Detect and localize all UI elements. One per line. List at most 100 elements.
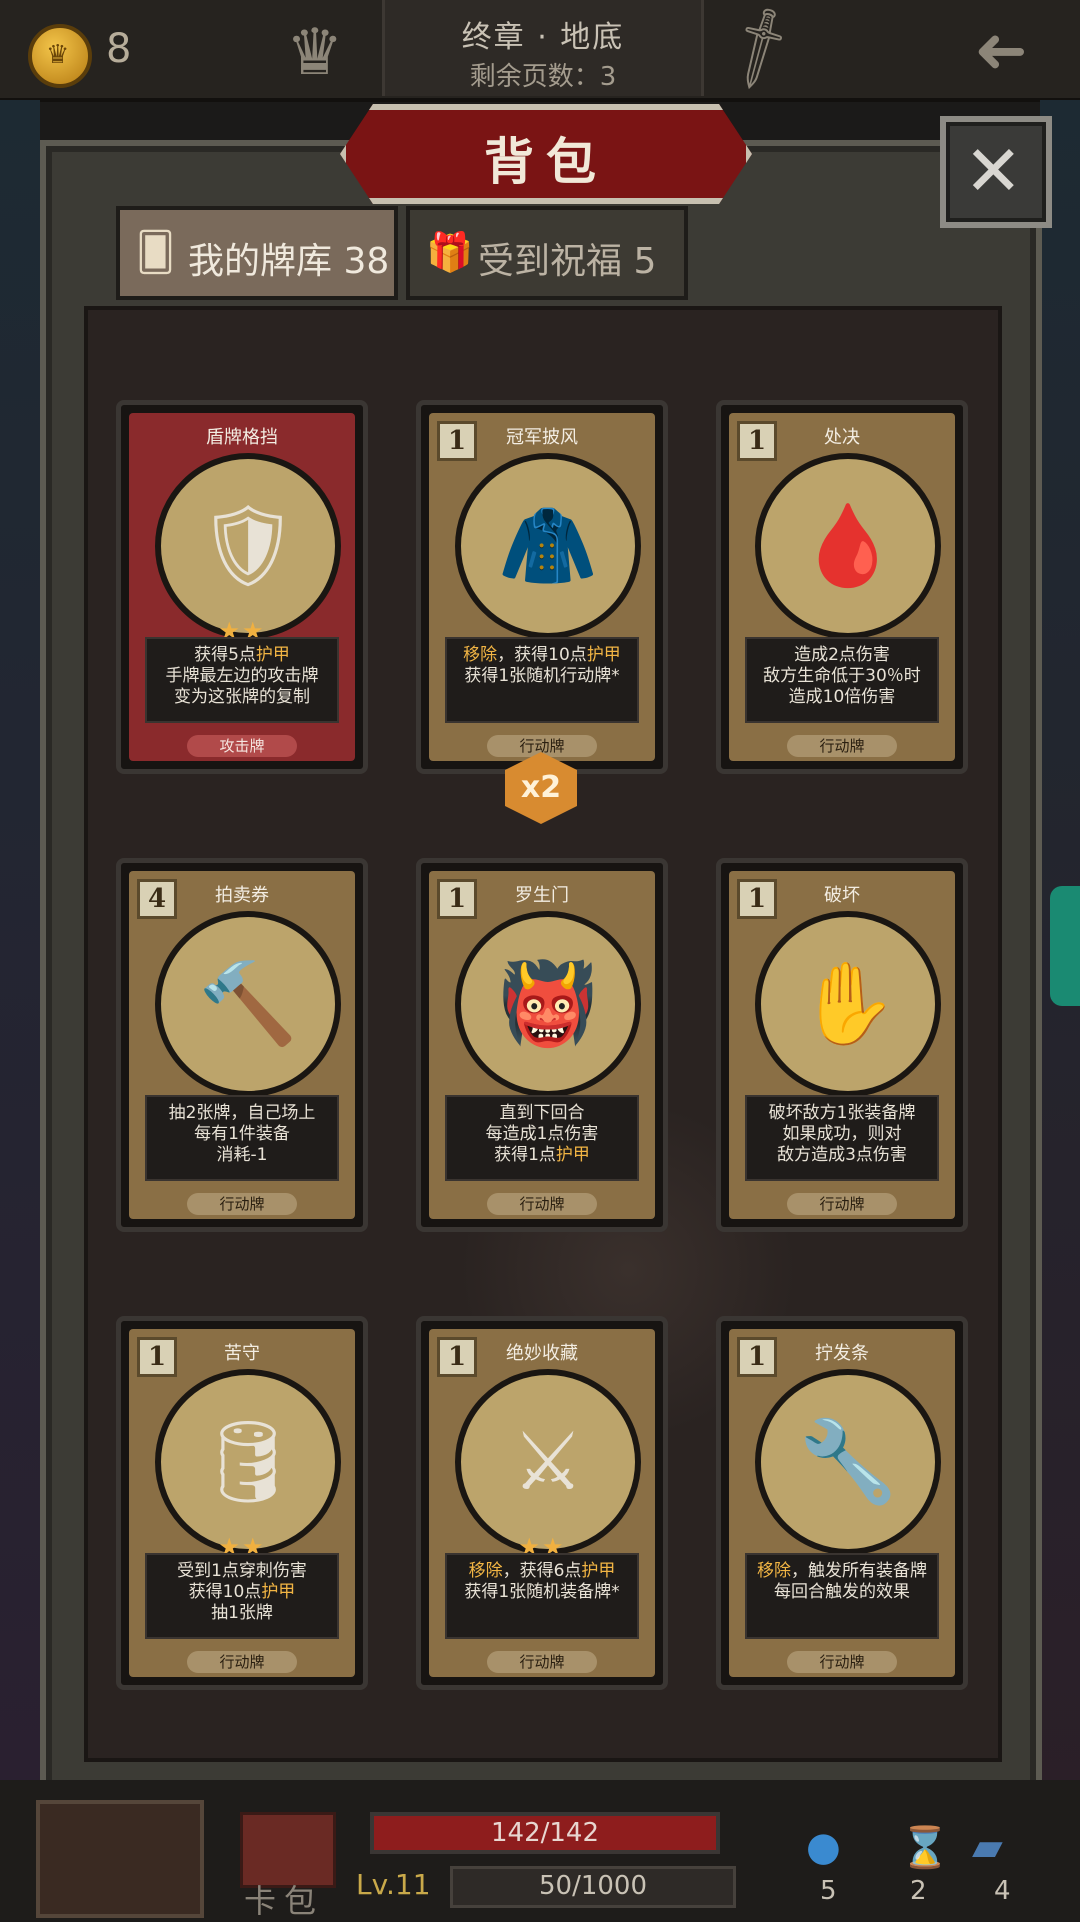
tab-blessings[interactable]: 🎁 受到祝福 5 [406,206,688,300]
chapter-info: 终章 · 地底 剩余页数：3 [382,0,704,96]
card-text-segment: 移除 [757,1561,791,1581]
panel-title-wrap: 背包 [340,104,752,204]
card[interactable]: 罗生门 1 👹 直到下回合 每造成1点伤害 获得1点护甲 行动牌 [416,858,668,1232]
card-type: 行动牌 [487,1193,597,1215]
card-description-line: 获得1点护甲 [447,1145,637,1166]
card-art: 🩸 [755,453,941,639]
card-text-segment: 造成2点伤害 [794,645,890,665]
card[interactable]: 拧发条 1 🔧 移除，触发所有装备牌 每回合触发的效果 行动牌 [716,1316,968,1690]
card-text-segment: 抽2张牌，自己场上 [168,1103,316,1123]
card-text-segment: 获得1点 [494,1145,556,1165]
card-description-line: 破坏敌方1张装备牌 [747,1103,937,1124]
card[interactable]: 处决 1 🩸 造成2点伤害 敌方生命低于30％时 造成10倍伤害 行动牌 [716,400,968,774]
tab-my-deck[interactable]: 🂠 我的牌库 38 [116,206,398,300]
back-arrow-icon[interactable]: ➜ [974,14,1028,88]
card-text-segment: 护甲 [555,1145,590,1165]
card-text-segment: 护甲 [255,645,290,665]
hourglass-icon[interactable]: ⌛ [900,1824,950,1871]
card[interactable]: 破坏 1 ✋ 破坏敌方1张装备牌 如果成功，则对 敌方造成3点伤害 行动牌 [716,858,968,1232]
card-face: 绝妙收藏 1 ⚔ ★★ 移除，获得6点护甲 获得1张随机装备牌* 行动牌 [429,1329,655,1677]
card-cost: 1 [737,1337,777,1377]
card-art-icon: 🛡 [197,499,299,592]
card-text-segment: ，获得6点 [502,1561,582,1581]
card-text-segment: 获得10点 [188,1582,262,1602]
card-type: 攻击牌 [187,735,297,757]
card-description-line: 移除，获得6点护甲 [447,1561,637,1582]
close-button[interactable]: ✕ [940,116,1052,228]
xp-text: 50/1000 [538,1871,647,1901]
card-cost: 1 [437,879,477,919]
crown-icon[interactable]: ♛ [286,16,343,90]
card-description-line: 敌方生命低于30％时 [747,666,937,687]
card[interactable]: 冠军披风 1 🧥 移除，获得10点护甲 获得1张随机行动牌* 行动牌 [416,400,668,774]
crown-coin-glyph: ♛ [46,40,70,70]
card-art-icon: ✋ [798,957,898,1050]
card-description: 受到1点穿刺伤害 获得10点护甲 抽1张牌 [145,1553,339,1639]
card-face: 破坏 1 ✋ 破坏敌方1张装备牌 如果成功，则对 敌方造成3点伤害 行动牌 [729,871,955,1219]
card-text-segment: 护甲 [586,645,621,665]
potion-count: 5 [820,1876,837,1906]
card-text-segment: 移除 [468,1561,503,1581]
card-art-icon: 🧥 [498,499,598,592]
card-pack-label: 卡包 [244,1882,325,1920]
card-art: ⚔ [455,1369,641,1555]
sword-icon[interactable]: 🗡 [709,0,811,97]
card-art: 👹 [455,911,641,1097]
card-text-segment: 消耗-1 [216,1145,268,1165]
close-icon: ✕ [964,130,1023,212]
card-art-icon: 🛢 [197,1415,299,1508]
card-text-segment: 直到下回合 [499,1103,585,1123]
card-text-segment: 敌方造成3点伤害 [777,1145,907,1165]
card-description: 移除，获得6点护甲 获得1张随机装备牌* [445,1553,639,1639]
cards-stack-count: 4 [994,1876,1011,1906]
card[interactable]: 苦守 1 🛢 ★★ 受到1点穿刺伤害 获得10点护甲 抽1张牌 行动牌 [116,1316,368,1690]
panel-title: 背包 [484,133,608,191]
hp-text: 142/142 [490,1818,599,1848]
card-description-line: 造成2点伤害 [747,645,937,666]
card-text-segment: 每回合触发的效果 [774,1582,910,1602]
card-text-segment: 获得1张随机行动牌* [464,666,620,686]
card-description-line: 敌方造成3点伤害 [747,1145,937,1166]
card-description: 移除，触发所有装备牌 每回合触发的效果 [745,1553,939,1639]
card-description-line: 直到下回合 [447,1103,637,1124]
card-text-segment: ，触发所有装备牌 [791,1561,927,1581]
tab-my-deck-label: 我的牌库 38 [188,241,390,282]
card-face: 苦守 1 🛢 ★★ 受到1点穿刺伤害 获得10点护甲 抽1张牌 行动牌 [129,1329,355,1677]
chest-icon[interactable] [36,1800,204,1918]
card-text-segment: 变为这张牌的复制 [174,687,310,707]
cards-stack-icon[interactable]: ▰ [972,1824,1003,1870]
card-type: 行动牌 [187,1651,297,1673]
card-text-segment: 造成10倍伤害 [788,687,896,707]
card[interactable]: 绝妙收藏 1 ⚔ ★★ 移除，获得6点护甲 获得1张随机装备牌* 行动牌 [416,1316,668,1690]
card[interactable]: 拍卖券 4 🔨 抽2张牌，自己场上 每有1件装备 消耗-1 行动牌 [116,858,368,1232]
duplicate-badge-label: x2 [520,770,562,805]
coin-count: 8 [106,26,132,72]
card-text-segment: 如果成功，则对 [782,1124,902,1144]
card-description-line: 抽1张牌 [147,1603,337,1624]
card-text-segment: 手牌最左边的攻击牌 [165,666,319,686]
card-description: 破坏敌方1张装备牌 如果成功，则对 敌方造成3点伤害 [745,1095,939,1181]
xp-bar: 50/1000 [450,1866,736,1908]
card-art: ✋ [755,911,941,1097]
card-text-segment: 获得1张随机装备牌* [464,1582,620,1602]
gift-icon: 🎁 [426,230,474,274]
card-face: 处决 1 🩸 造成2点伤害 敌方生命低于30％时 造成10倍伤害 行动牌 [729,413,955,761]
card-face: 盾牌格挡 🛡 ★★ 获得5点护甲 手牌最左边的攻击牌 变为这张牌的复制 攻击牌 [129,413,355,761]
level-label: Lv.11 [356,1868,431,1901]
side-tab[interactable] [1050,886,1080,1006]
card-text-segment: 护甲 [581,1561,616,1581]
card-type: 行动牌 [787,1193,897,1215]
card-art-icon: 🔧 [798,1415,898,1508]
card-face: 拧发条 1 🔧 移除，触发所有装备牌 每回合触发的效果 行动牌 [729,1329,955,1677]
card-description-line: 移除，触发所有装备牌 [747,1561,937,1582]
card-description-line: 变为这张牌的复制 [147,687,337,708]
card-description-line: 每回合触发的效果 [747,1582,937,1603]
card-text-segment: 移除 [463,645,498,665]
background-left [0,100,40,1800]
card[interactable]: 盾牌格挡 🛡 ★★ 获得5点护甲 手牌最左边的攻击牌 变为这张牌的复制 攻击牌 [116,400,368,774]
card-text-segment: ，获得10点 [497,645,587,665]
cards-icon: 🂠 [136,230,175,274]
card-text-segment: 每有1件装备 [194,1124,290,1144]
card-cost: 1 [437,1337,477,1377]
potion-icon[interactable]: ● [806,1824,841,1870]
